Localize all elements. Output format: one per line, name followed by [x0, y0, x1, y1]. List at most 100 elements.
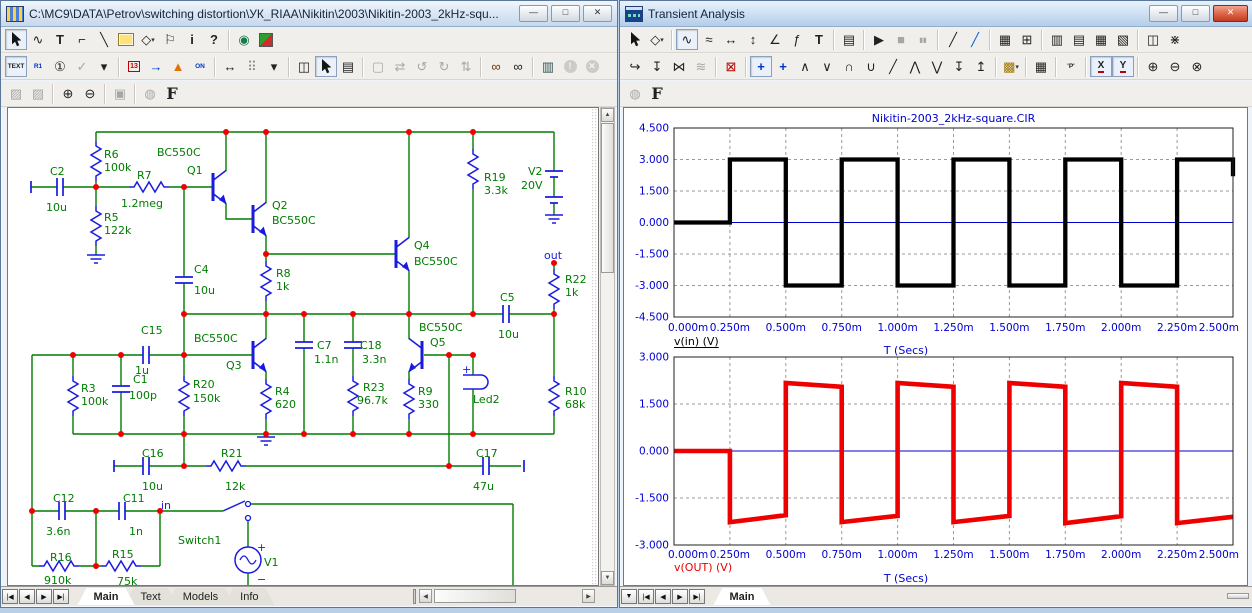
line-tool-button[interactable]: ╱	[942, 29, 964, 50]
sheet-tab-models[interactable]: Models	[167, 588, 234, 605]
first-page-button[interactable]: |◀	[638, 589, 654, 604]
graphics-button[interactable]: ◇▾	[646, 29, 668, 50]
numeric-output-button[interactable]: ▦	[1030, 56, 1052, 77]
run-button[interactable]: ▶	[868, 29, 890, 50]
zoom-in-button[interactable]: ⊕	[1142, 56, 1164, 77]
properties-button[interactable]: ▤	[838, 29, 860, 50]
text-tool-button[interactable]: T	[808, 29, 830, 50]
valley-button[interactable]: ∨	[816, 56, 838, 77]
cursor-mode-button[interactable]: ≈	[698, 29, 720, 50]
dropdown-button[interactable]: ▾	[263, 56, 285, 77]
minimize-button[interactable]: —	[1149, 5, 1178, 22]
font-button[interactable]: F	[646, 83, 668, 104]
ortho-wire-mode-button[interactable]: ⌐	[71, 29, 93, 50]
first-page-button[interactable]: |◀	[2, 589, 18, 604]
vscrollbar-thumb[interactable]	[601, 123, 614, 273]
transient-titlebar[interactable]: Transient Analysis —□✕	[620, 1, 1252, 27]
hscrollbar-thumb[interactable]	[434, 589, 516, 603]
select-cursor-button[interactable]	[315, 56, 337, 77]
select-mode-button[interactable]	[624, 29, 646, 50]
zoom-accumulate-button[interactable]: ⊠	[720, 56, 742, 77]
attribute-text-button[interactable]: R1	[27, 56, 49, 77]
sheet-tab-main[interactable]: Main	[77, 588, 134, 605]
find-component-button[interactable]: ◇▾	[137, 29, 159, 50]
tag-horizontal-button[interactable]: ∠	[764, 29, 786, 50]
peak-button[interactable]: ∧	[794, 56, 816, 77]
next-page-button[interactable]: ▶	[672, 589, 688, 604]
scroll-left-button[interactable]: ◀	[419, 589, 432, 603]
go-to-branch-button[interactable]: ▩▾	[1000, 56, 1022, 77]
measure-button[interactable]: ↔	[219, 56, 241, 77]
currents-button[interactable]: →	[145, 56, 167, 77]
global-low-button[interactable]: ⋁	[926, 56, 948, 77]
low-button[interactable]: ∪	[860, 56, 882, 77]
cursor-left-button[interactable]: +	[750, 56, 772, 77]
zoom-rect-button[interactable]: ⊗	[1186, 56, 1208, 77]
pin-numbers-button[interactable]: 13	[123, 56, 145, 77]
scale-mode-button[interactable]: ∿	[676, 29, 698, 50]
cursor-down-button[interactable]: ↧	[646, 56, 668, 77]
select-region-button[interactable]: ▦	[994, 29, 1016, 50]
restore-button[interactable]: □	[1181, 5, 1210, 22]
node-numbers-button[interactable]: ①	[49, 56, 71, 77]
x-axis-format-button[interactable]: X	[1090, 56, 1112, 77]
find-part-button[interactable]: ∞	[485, 56, 507, 77]
diagonal-wire-mode-button[interactable]: ╲	[93, 29, 115, 50]
last-page-button[interactable]: ▶|	[53, 589, 69, 604]
search-button[interactable]: ∞	[507, 56, 529, 77]
grid-dots-button[interactable]: ⠿	[241, 56, 263, 77]
schematic-titlebar[interactable]: C:\MC9\DATA\Petrov\switching distortion\…	[1, 1, 617, 27]
web-browser-button[interactable]: ◉	[233, 29, 255, 50]
info-mode-button[interactable]: i	[181, 29, 203, 50]
bottom-button[interactable]: ↧	[948, 56, 970, 77]
tag-formula-button[interactable]: ƒ	[786, 29, 808, 50]
panel-stripes-v-button[interactable]: ▥	[1046, 29, 1068, 50]
zoom-out-button[interactable]: ⊖	[1164, 56, 1186, 77]
wire-mode-button[interactable]: ∿	[27, 29, 49, 50]
close-button[interactable]: ✕	[1213, 5, 1248, 22]
sheet-tab-main[interactable]: Main	[713, 588, 770, 605]
panel-stripes-h-button[interactable]: ▤	[1068, 29, 1090, 50]
dde-watch-button[interactable]	[255, 29, 277, 50]
schematic-canvas[interactable]: C210uR6100kR71.2megR5122kBC550CQ1Q2BC550…	[8, 108, 598, 585]
cursor-link-button[interactable]: ⋈	[668, 56, 690, 77]
panel-hatch-button[interactable]: ▧	[1112, 29, 1134, 50]
top-button[interactable]: ↥	[970, 56, 992, 77]
flag-mode-button[interactable]: ⚐	[159, 29, 181, 50]
inflection-button[interactable]: ╱	[882, 56, 904, 77]
analysis-plot[interactable]: 0.000m0.250m0.500m0.750m1.000m1.250m1.50…	[624, 108, 1247, 585]
help-mode-button[interactable]: ?	[203, 29, 225, 50]
restore-button[interactable]: □	[551, 5, 580, 22]
grid-text-button[interactable]: TEXT	[5, 56, 27, 77]
axis-tool-button[interactable]: ⋇	[1164, 29, 1186, 50]
y-axis-format-button[interactable]: Y	[1112, 56, 1134, 77]
plot-list-button[interactable]: ▼	[621, 589, 637, 604]
pane-resize-handle[interactable]	[1227, 593, 1249, 599]
text-mode-button[interactable]: T	[49, 29, 71, 50]
scroll-up-button[interactable]: ▲	[601, 108, 614, 122]
prev-page-button[interactable]: ◀	[655, 589, 671, 604]
measure-vertical-button[interactable]: ↕	[742, 29, 764, 50]
schematic-vscrollbar[interactable]: ▲ ▼	[600, 107, 615, 586]
polyline-tool-button[interactable]: ╱	[964, 29, 986, 50]
power-button[interactable]: ▲	[167, 56, 189, 77]
cursor-right-button[interactable]: +	[772, 56, 794, 77]
scroll-splitter[interactable]	[413, 589, 416, 604]
properties-button[interactable]: ▤	[337, 56, 359, 77]
scroll-down-button[interactable]: ▼	[601, 571, 614, 585]
split-text-area-button[interactable]: ◫	[293, 56, 315, 77]
scroll-right-button[interactable]: ▶	[582, 589, 595, 603]
next-page-button[interactable]: ▶	[36, 589, 52, 604]
prev-page-button[interactable]: ◀	[19, 589, 35, 604]
split-plot-button[interactable]: ◫	[1142, 29, 1164, 50]
conditions-button[interactable]: ON	[189, 56, 211, 77]
last-page-button[interactable]: ▶|	[689, 589, 705, 604]
model-watch-button[interactable]: ▥	[537, 56, 559, 77]
font-button[interactable]: F	[161, 83, 183, 104]
high-button[interactable]: ∩	[838, 56, 860, 77]
go-to-p-button[interactable]: 'P'	[1060, 56, 1082, 77]
data-points-button[interactable]: ⊞	[1016, 29, 1038, 50]
zoom-in-button[interactable]: ⊕	[57, 83, 79, 104]
next-analysis-button[interactable]: ↪	[624, 56, 646, 77]
minimize-button[interactable]: —	[519, 5, 548, 22]
